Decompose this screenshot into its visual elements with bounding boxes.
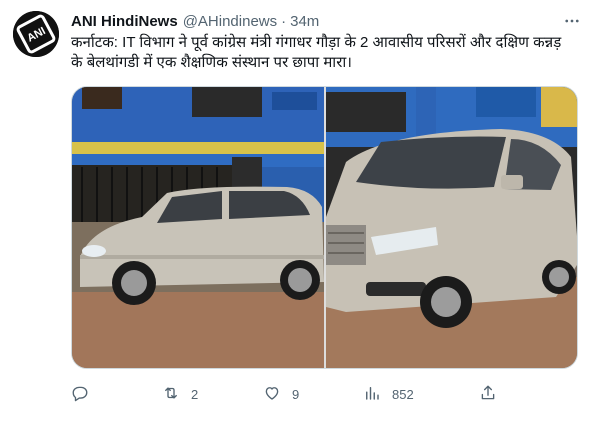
reply-icon xyxy=(71,384,89,405)
tweet-header: ANI HindiNews @AHindinews · 34m xyxy=(71,11,583,31)
like-button[interactable]: 9 xyxy=(263,382,299,406)
tweet-media[interactable] xyxy=(71,86,578,369)
share-button[interactable] xyxy=(479,382,497,406)
more-dots-icon[interactable] xyxy=(561,11,583,31)
ani-logo: ANI xyxy=(13,11,59,57)
tweet-card[interactable]: ANI ANI HindiNews @AHindinews · 34m कर्न… xyxy=(0,0,597,425)
views-count: 852 xyxy=(392,386,414,402)
tweet-actions: 2 9 852 xyxy=(71,382,511,406)
views-button[interactable]: 852 xyxy=(363,382,414,406)
heart-icon xyxy=(263,384,281,405)
retweet-button[interactable]: 2 xyxy=(162,382,198,406)
author-handle[interactable]: @AHindinews xyxy=(183,13,277,30)
car-side-photo xyxy=(72,87,324,368)
tweet-time[interactable]: 34m xyxy=(290,13,319,30)
author-name[interactable]: ANI HindiNews xyxy=(71,13,178,30)
retweet-icon xyxy=(162,384,180,405)
photo-left[interactable] xyxy=(72,87,324,368)
separator-dot: · xyxy=(281,12,287,30)
reply-button[interactable] xyxy=(71,382,100,406)
tweet-text: कर्नाटक: IT विभाग ने पूर्व कांग्रेस मंत्… xyxy=(71,34,562,71)
share-icon xyxy=(479,384,497,405)
analytics-icon xyxy=(363,384,381,405)
retweet-count: 2 xyxy=(191,386,199,402)
photo-right[interactable] xyxy=(326,87,577,368)
car-front-photo xyxy=(326,87,577,368)
like-count: 9 xyxy=(292,386,300,402)
author-avatar[interactable]: ANI xyxy=(13,11,59,57)
